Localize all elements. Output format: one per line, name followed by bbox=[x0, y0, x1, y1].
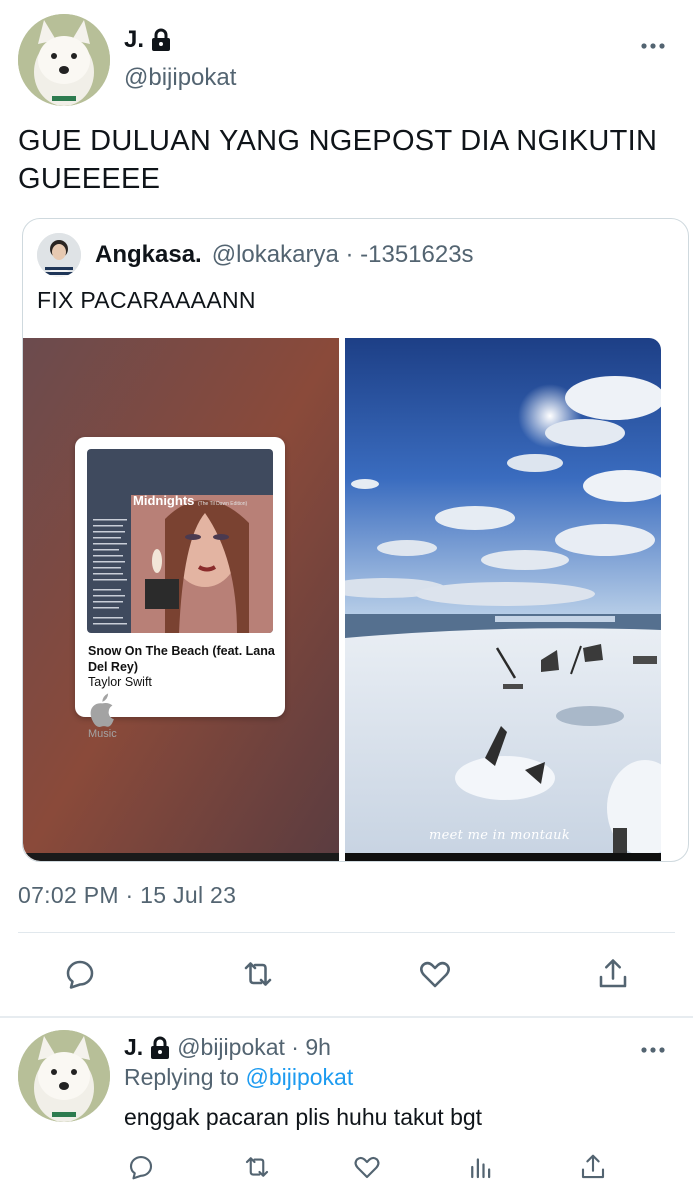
music-brand: Music bbox=[88, 693, 117, 740]
reply-display-name[interactable]: J. bbox=[124, 1034, 143, 1061]
mention-link[interactable]: @bijipokat bbox=[245, 1064, 353, 1090]
divider bbox=[18, 932, 675, 933]
replying-to: Replying to @bijipokat bbox=[124, 1064, 354, 1090]
reply-meta: @bijipokat · 9h bbox=[177, 1034, 331, 1060]
apple-logo-icon bbox=[90, 693, 114, 728]
quoted-display-name[interactable]: Angkasa. bbox=[95, 241, 202, 269]
reply-bubble-icon[interactable] bbox=[62, 956, 98, 992]
heart-icon[interactable] bbox=[352, 1152, 382, 1182]
reply-bubble-icon[interactable] bbox=[126, 1152, 156, 1182]
share-icon[interactable] bbox=[595, 956, 631, 992]
media-image-snowy-beach[interactable]: meet me in montauk bbox=[345, 338, 661, 861]
media-image-music-screenshot[interactable]: Midnights (The Til Dawn Edition) Snow On… bbox=[23, 338, 339, 861]
photo-caption: meet me in montauk bbox=[429, 828, 571, 843]
reply-text: enggak pacaran plis huhu takut bgt bbox=[124, 1104, 483, 1130]
action-bar bbox=[0, 956, 693, 996]
album-art: Midnights (The Til Dawn Edition) bbox=[87, 449, 273, 633]
lock-icon bbox=[150, 28, 172, 52]
avatar[interactable] bbox=[18, 1030, 110, 1122]
more-dots-icon[interactable] bbox=[641, 38, 665, 49]
analytics-bars-icon[interactable] bbox=[466, 1152, 496, 1182]
reply-tweet[interactable]: J. @bijipokat · 9h Replying to @bijipoka… bbox=[0, 1020, 693, 1200]
handle[interactable]: @bijipokat bbox=[124, 64, 236, 92]
music-card[interactable]: Midnights (The Til Dawn Edition) Snow On… bbox=[75, 437, 285, 740]
song-title: Snow On The Beach (feat. Lana Del Rey) bbox=[88, 644, 275, 674]
album-title: Midnights (The Til Dawn Edition) bbox=[133, 493, 248, 508]
quoted-handle: @lokakarya · -1351623s bbox=[211, 241, 474, 268]
song-artist: Taylor Swift bbox=[88, 675, 152, 689]
quoted-tweet-text: FIX PACARAAAANN bbox=[37, 287, 256, 313]
reply-action-bar bbox=[0, 1152, 693, 1182]
tweet-text: GUE DULUAN YANG NGEPOST DIA NGIKUTIN GUE… bbox=[18, 125, 658, 195]
heart-icon[interactable] bbox=[417, 956, 453, 992]
lock-icon bbox=[149, 1036, 171, 1060]
display-name[interactable]: J. bbox=[124, 26, 144, 54]
quoted-avatar[interactable] bbox=[37, 233, 81, 277]
share-icon[interactable] bbox=[578, 1152, 608, 1182]
timestamp[interactable]: 07:02 PM · 15 Jul 23 bbox=[18, 882, 236, 909]
retweet-icon[interactable] bbox=[240, 956, 276, 992]
more-dots-icon[interactable] bbox=[641, 1042, 665, 1053]
avatar[interactable] bbox=[18, 14, 110, 106]
quoted-tweet[interactable]: Angkasa. @lokakarya · -1351623s FIX PACA… bbox=[22, 218, 689, 862]
retweet-icon[interactable] bbox=[242, 1152, 272, 1182]
divider bbox=[0, 1016, 693, 1018]
